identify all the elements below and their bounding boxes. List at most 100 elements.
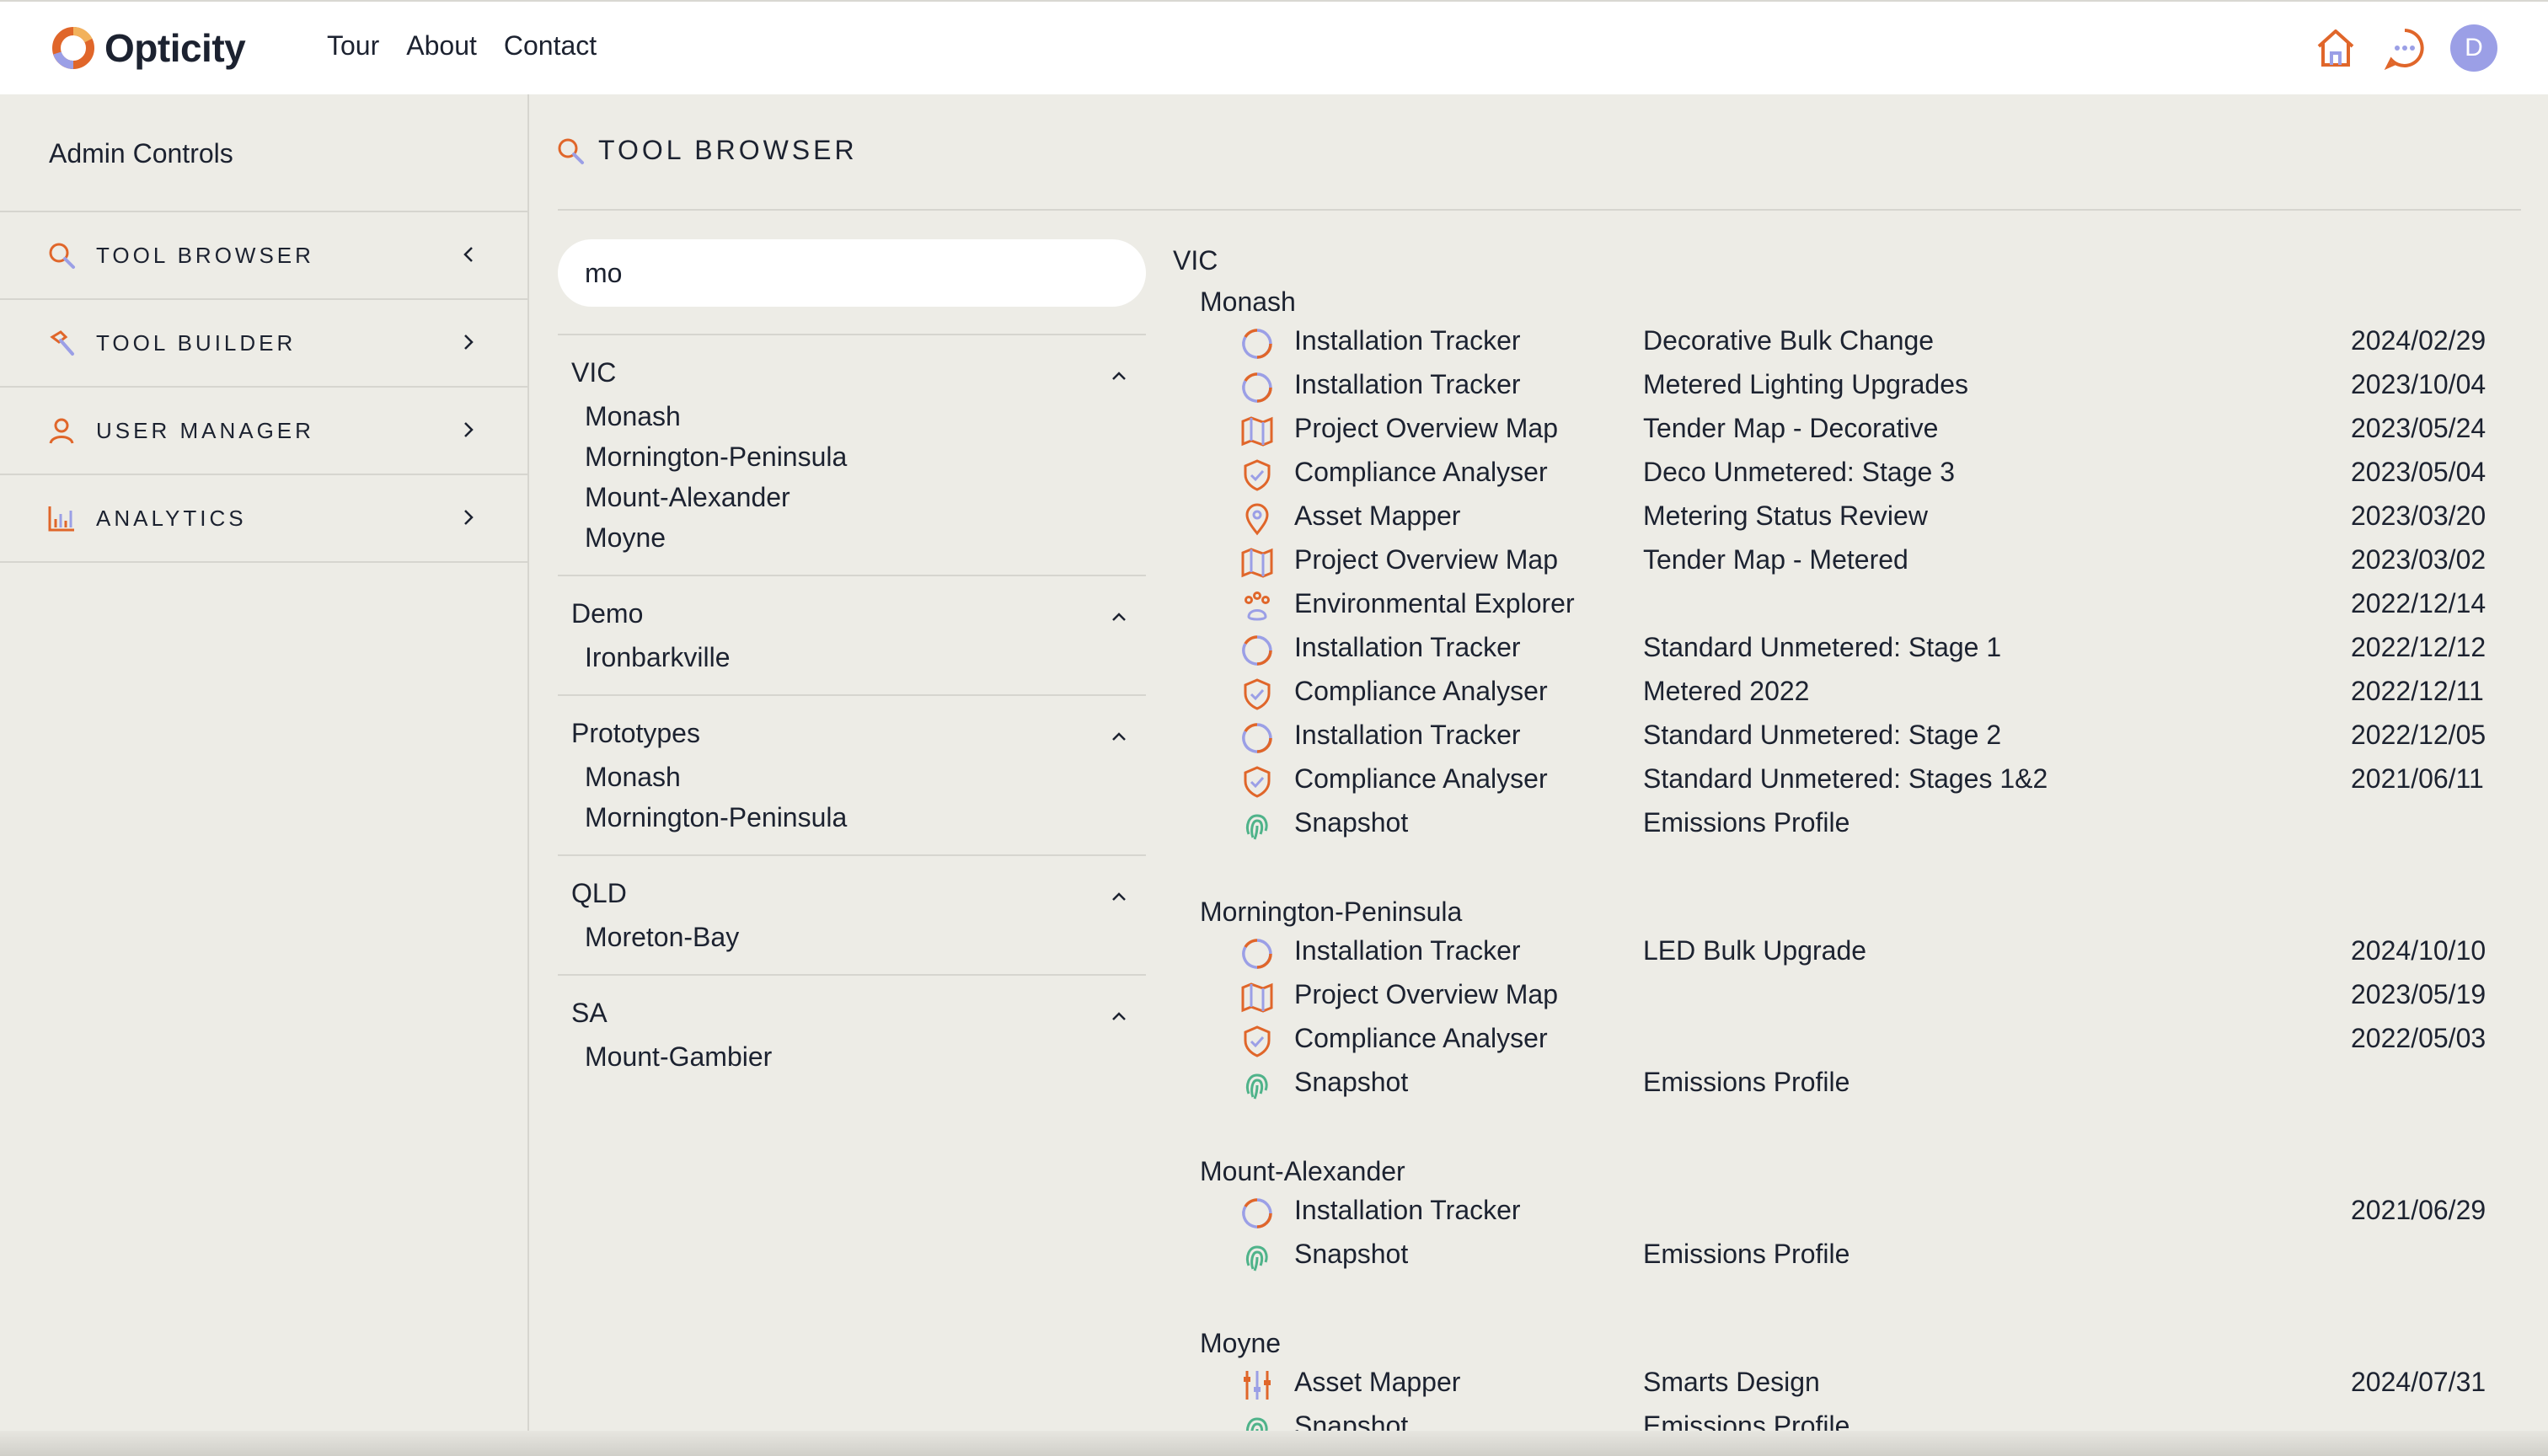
results-state-heading: VIC: [1173, 245, 1218, 276]
result-tool-name[interactable]: Project Overview Map: [1294, 979, 1558, 1010]
nav-tour-link[interactable]: Tour: [327, 30, 379, 62]
shield-check-icon: [1240, 677, 1274, 711]
result-row[interactable]: Installation Tracker Metered Lighting Upg…: [1173, 364, 2521, 408]
hammer-icon: [47, 329, 76, 357]
result-row[interactable]: Project Overview Map Tender Map - Decorat…: [1173, 408, 2521, 452]
result-tool-name[interactable]: Installation Tracker: [1294, 1195, 1521, 1226]
home-icon[interactable]: [2312, 24, 2359, 72]
result-tool-name[interactable]: Project Overview Map: [1294, 413, 1558, 444]
result-row[interactable]: Snapshot Emissions Profile: [1173, 802, 2521, 846]
search-icon: [47, 241, 76, 270]
filter-group-header[interactable]: SA: [558, 996, 1146, 1030]
filter-group-header[interactable]: QLD: [558, 876, 1146, 910]
filter-item[interactable]: Monash: [585, 757, 1146, 797]
chat-icon[interactable]: [2381, 24, 2428, 72]
progress-ring-icon: [1240, 327, 1274, 361]
result-row[interactable]: Project Overview Map Tender Map - Metered…: [1173, 539, 2521, 583]
filter-item[interactable]: Monash: [585, 396, 1146, 436]
filter-group-items: Mount-Gambier: [558, 1036, 1146, 1077]
sidebar-item-user-manager[interactable]: USER MANAGER: [0, 388, 527, 475]
chevron-up-icon[interactable]: [1107, 364, 1131, 388]
paw-icon: [1240, 590, 1274, 624]
fingerprint-icon: [1240, 809, 1274, 843]
result-row[interactable]: Compliance Analyser Metered 2022 2022/12/1…: [1173, 671, 2521, 715]
result-row[interactable]: Snapshot Emissions Profile: [1173, 1062, 2521, 1105]
filter-item[interactable]: Mornington-Peninsula: [585, 797, 1146, 838]
result-row[interactable]: Installation Tracker Standard Unmetered: …: [1173, 715, 2521, 758]
result-tool-name[interactable]: Installation Tracker: [1294, 325, 1521, 356]
shield-check-icon: [1240, 765, 1274, 799]
filter-group-items: Ironbarkville: [558, 637, 1146, 677]
result-project-name: Metered 2022: [1643, 676, 1810, 706]
result-row[interactable]: Snapshot Emissions Profile: [1173, 1234, 2521, 1277]
result-row[interactable]: Installation Tracker Standard Unmetered: …: [1173, 627, 2521, 671]
result-row[interactable]: Environmental Explorer 2022/12/14: [1173, 583, 2521, 627]
page-header: TOOL BROWSER: [556, 135, 858, 166]
result-tool-name[interactable]: Compliance Analyser: [1294, 1023, 1548, 1054]
result-tool-name[interactable]: Installation Tracker: [1294, 935, 1521, 966]
result-date: 2023/10/04: [2351, 369, 2486, 399]
progress-ring-icon: [1240, 937, 1274, 971]
sidebar-item-tool-builder[interactable]: TOOL BUILDER: [0, 300, 527, 388]
chevron-up-icon[interactable]: [1107, 1004, 1131, 1028]
result-date: 2024/02/29: [2351, 325, 2486, 356]
result-row[interactable]: Project Overview Map 2023/05/19: [1173, 974, 2521, 1018]
result-tool-name[interactable]: Asset Mapper: [1294, 500, 1460, 532]
filter-item[interactable]: Moreton-Bay: [585, 917, 1146, 957]
result-tool-name[interactable]: Compliance Analyser: [1294, 676, 1548, 707]
nav-contact-link[interactable]: Contact: [504, 30, 597, 62]
filter-item[interactable]: Moyne: [585, 517, 1146, 558]
result-tool-name[interactable]: Asset Mapper: [1294, 1367, 1460, 1398]
top-bar: Opticity Tour About Contact D: [0, 0, 2548, 94]
result-tool-name[interactable]: Installation Tracker: [1294, 632, 1521, 663]
result-tool-name[interactable]: Snapshot: [1294, 1239, 1408, 1270]
result-project-name: Metered Lighting Upgrades: [1643, 369, 1969, 399]
chevron-up-icon[interactable]: [1107, 725, 1131, 748]
results-council-heading: Moyne: [1200, 1328, 1282, 1358]
results-council-heading: Monash: [1200, 286, 1296, 317]
result-row[interactable]: Compliance Analyser Deco Unmetered: Stage…: [1173, 452, 2521, 495]
result-row[interactable]: Installation Tracker Decorative Bulk Chan…: [1173, 320, 2521, 364]
filter-group-header[interactable]: Demo: [558, 597, 1146, 630]
result-row[interactable]: Asset Mapper Metering Status Review 2023/0…: [1173, 495, 2521, 539]
result-tool-name[interactable]: Compliance Analyser: [1294, 457, 1548, 488]
sidebar-item-analytics[interactable]: ANALYTICS: [0, 475, 527, 563]
result-project-name: Tender Map - Metered: [1643, 544, 1908, 575]
result-row[interactable]: Compliance Analyser Standard Unmetered: S…: [1173, 758, 2521, 802]
result-tool-name[interactable]: Installation Tracker: [1294, 720, 1521, 751]
page-title: TOOL BROWSER: [598, 135, 858, 165]
result-tool-name[interactable]: Compliance Analyser: [1294, 763, 1548, 795]
brand-logo[interactable]: Opticity: [51, 25, 246, 71]
chevron-up-icon[interactable]: [1107, 885, 1131, 908]
search-input[interactable]: [558, 239, 1146, 307]
filter-group-header[interactable]: Prototypes: [558, 716, 1146, 750]
filter-item[interactable]: Mornington-Peninsula: [585, 436, 1146, 477]
result-project-name: Deco Unmetered: Stage 3: [1643, 457, 1955, 487]
result-tool-name[interactable]: Snapshot: [1294, 807, 1408, 838]
result-tool-name[interactable]: Project Overview Map: [1294, 544, 1558, 575]
result-row[interactable]: Installation Tracker 2021/06/29: [1173, 1190, 2521, 1234]
result-tool-name[interactable]: Snapshot: [1294, 1067, 1408, 1098]
user-avatar[interactable]: D: [2450, 24, 2497, 72]
result-tool-name[interactable]: Installation Tracker: [1294, 369, 1521, 400]
sidebar-item-tool-browser[interactable]: TOOL BROWSER: [0, 212, 527, 300]
user-icon: [47, 416, 76, 445]
progress-ring-icon: [1240, 1196, 1274, 1230]
nav-about-link[interactable]: About: [406, 30, 477, 62]
result-row[interactable]: Installation Tracker LED Bulk Upgrade 2024…: [1173, 930, 2521, 974]
chevron-up-icon[interactable]: [1107, 605, 1131, 629]
map-pin-icon: [1240, 502, 1274, 536]
brand-name: Opticity: [104, 26, 246, 70]
filter-group-header[interactable]: VIC: [558, 356, 1146, 389]
result-row[interactable]: Compliance Analyser 2022/05/03: [1173, 1018, 2521, 1062]
shield-check-icon: [1240, 458, 1274, 492]
result-row[interactable]: Asset Mapper Smarts Design 2024/07/31: [1173, 1362, 2521, 1405]
filter-item[interactable]: Mount-Gambier: [585, 1036, 1146, 1077]
filter-item[interactable]: Mount-Alexander: [585, 477, 1146, 517]
filter-item[interactable]: Ironbarkville: [585, 637, 1146, 677]
filter-group: QLD Moreton-Bay: [558, 854, 1146, 974]
window-bottom-edge: [0, 1431, 2548, 1456]
result-tool-name[interactable]: Environmental Explorer: [1294, 588, 1575, 619]
fingerprint-icon: [1240, 1240, 1274, 1274]
